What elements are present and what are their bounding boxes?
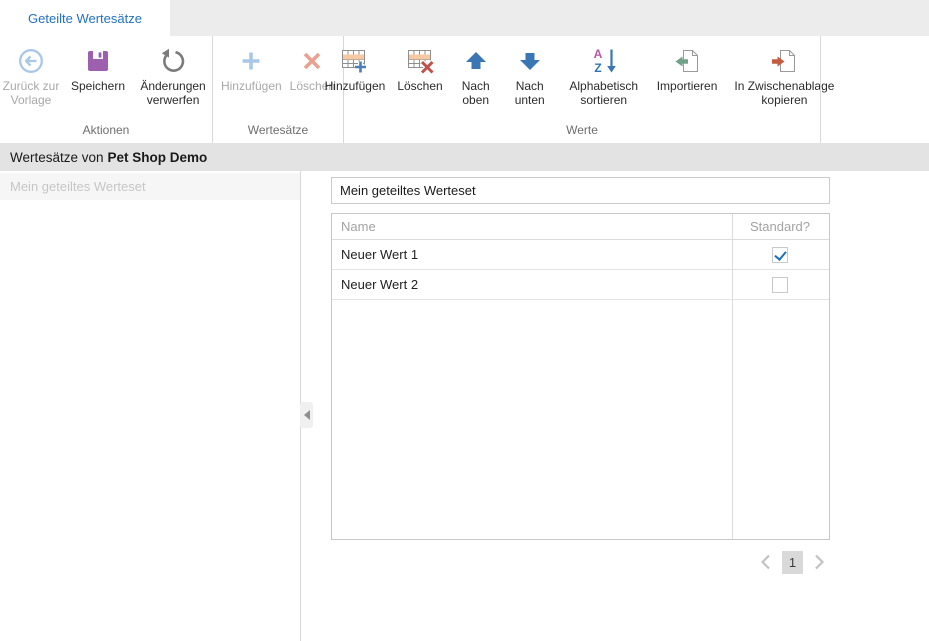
undo-icon	[159, 43, 187, 79]
button-label: Löschen	[397, 79, 442, 93]
pagination: 1	[331, 549, 826, 575]
button-label: Speichern	[71, 79, 125, 93]
plus-icon	[238, 43, 264, 79]
current-page-indicator[interactable]: 1	[782, 551, 803, 574]
import-icon	[672, 43, 702, 79]
delete-value-button[interactable]: Löschen	[394, 43, 445, 93]
page-title-bar: Wertesätze von Pet Shop Demo	[0, 143, 929, 171]
button-label: Änderungen verwerfen	[133, 79, 213, 107]
sidebar: Mein geteiltes Werteset	[0, 171, 301, 641]
add-valueset-button[interactable]: Hinzufügen	[218, 43, 285, 93]
table-row[interactable]: Neuer Wert 1	[332, 240, 829, 270]
button-label: Nach oben	[455, 79, 497, 107]
button-label: Alphabetisch sortieren	[563, 79, 645, 107]
valueset-name-input[interactable]	[331, 177, 830, 204]
discard-changes-button[interactable]: Änderungen verwerfen	[130, 43, 216, 107]
page-title-name: Pet Shop Demo	[108, 150, 208, 165]
add-value-button[interactable]: Hinzufügen	[322, 43, 389, 93]
previous-page-button[interactable]	[759, 553, 772, 571]
column-divider	[732, 214, 733, 539]
save-button[interactable]: Speichern	[68, 43, 128, 93]
value-name-cell: Neuer Wert 1	[332, 247, 731, 262]
button-label: Hinzufügen	[221, 79, 282, 93]
copy-clipboard-icon	[769, 43, 799, 79]
app-window: Geteilte Wertesätze Zurück zur Vorlage	[0, 0, 929, 641]
move-up-button[interactable]: Nach oben	[452, 43, 500, 107]
arrow-up-icon	[463, 43, 489, 79]
ribbon-group-label: Werte	[344, 123, 820, 143]
button-label: Hinzufügen	[325, 79, 386, 93]
table-row[interactable]: Neuer Wert 2	[332, 270, 829, 300]
chevron-right-icon	[813, 553, 826, 571]
standard-checkbox[interactable]	[772, 277, 788, 293]
standard-checkbox[interactable]	[772, 247, 788, 263]
value-name-cell: Neuer Wert 2	[332, 277, 731, 292]
back-circle-icon	[17, 43, 45, 79]
ribbon-group-aktionen: Zurück zur Vorlage Speichern	[0, 36, 212, 143]
ribbon-group-label: Wertesätze	[213, 123, 343, 143]
button-label: Zurück zur Vorlage	[0, 79, 63, 107]
svg-text:Z: Z	[594, 61, 601, 75]
back-to-template-button[interactable]: Zurück zur Vorlage	[0, 43, 66, 107]
svg-text:A: A	[593, 47, 602, 61]
sidebar-item-werteset[interactable]: Mein geteiltes Werteset	[0, 173, 300, 200]
arrow-down-icon	[517, 43, 543, 79]
save-icon	[85, 43, 111, 79]
import-button[interactable]: Importieren	[654, 43, 721, 93]
table-delete-icon	[405, 43, 436, 79]
move-down-button[interactable]: Nach unten	[506, 43, 554, 107]
ribbon-group-werte: Hinzufügen Löschen	[343, 36, 820, 143]
ribbon-filler	[820, 36, 929, 143]
sidebar-collapse-handle[interactable]	[300, 402, 313, 428]
column-header-standard: Standard?	[731, 219, 829, 234]
sort-az-icon: A Z	[589, 43, 619, 79]
chevron-left-icon	[304, 410, 310, 420]
values-table: Name Standard? Neuer Wert 1 Neuer Wert 2	[331, 213, 830, 540]
ribbon: Zurück zur Vorlage Speichern	[0, 36, 929, 143]
sort-alphabetical-button[interactable]: A Z Alphabetisch sortieren	[560, 43, 648, 107]
tab-geteilte-wertesaetze[interactable]: Geteilte Wertesätze	[0, 0, 170, 36]
button-label: Nach unten	[509, 79, 551, 107]
button-label: Importieren	[657, 79, 718, 93]
page-title-prefix: Wertesätze von	[10, 150, 104, 165]
next-page-button[interactable]	[813, 553, 826, 571]
chevron-left-icon	[759, 553, 772, 571]
table-add-icon	[339, 43, 370, 79]
table-header-row: Name Standard?	[332, 214, 829, 240]
ribbon-group-label: Aktionen	[0, 123, 212, 143]
tab-strip: Geteilte Wertesätze	[0, 0, 929, 36]
column-header-name: Name	[332, 219, 731, 234]
